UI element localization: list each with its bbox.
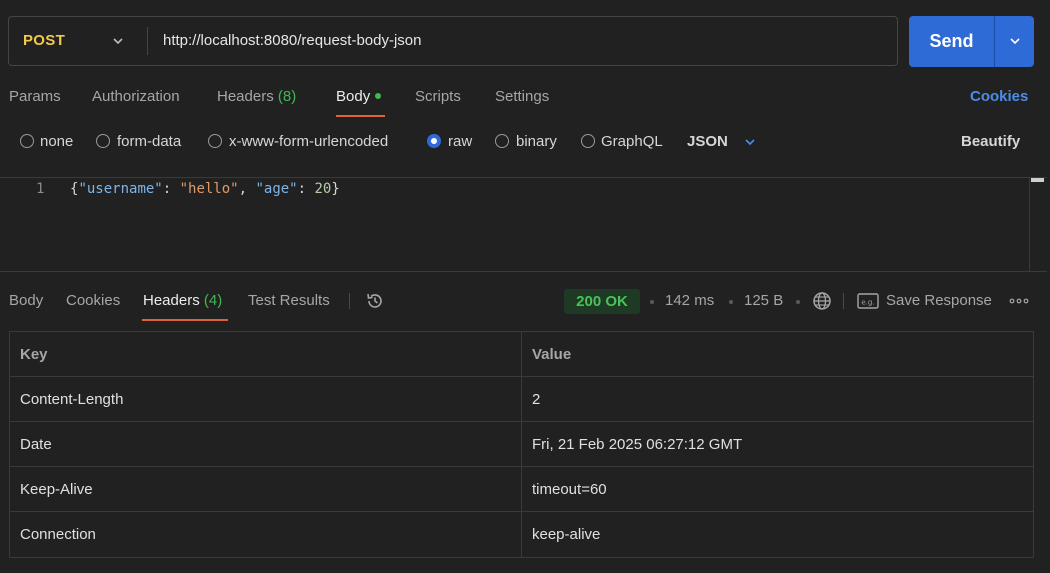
table-row: Date Fri, 21 Feb 2025 06:27:12 GMT bbox=[10, 422, 1033, 467]
send-button[interactable]: Send bbox=[909, 16, 994, 67]
response-tab-test-results[interactable]: Test Results bbox=[248, 290, 330, 314]
body-format-select[interactable]: JSON bbox=[687, 131, 728, 153]
code-token: "hello" bbox=[179, 181, 239, 197]
table-row: Connection keep-alive bbox=[10, 512, 1033, 557]
tab-settings[interactable]: Settings bbox=[495, 86, 549, 110]
column-header-value: Value bbox=[532, 346, 572, 363]
table-header-row: Key Value bbox=[10, 332, 1033, 377]
radio-label-none[interactable]: none bbox=[40, 131, 73, 153]
chevron-down-icon bbox=[1010, 38, 1020, 45]
header-value[interactable]: Fri, 21 Feb 2025 06:27:12 GMT bbox=[532, 422, 742, 467]
header-key[interactable]: Connection bbox=[20, 512, 96, 557]
meta-separator bbox=[650, 300, 654, 304]
code-token: , bbox=[238, 181, 256, 197]
editor-scrollbar[interactable] bbox=[1029, 177, 1045, 272]
globe-icon[interactable] bbox=[812, 291, 832, 311]
cookies-link[interactable]: Cookies bbox=[970, 86, 1028, 110]
tab-label: Headers bbox=[143, 292, 200, 309]
response-size[interactable]: 125 B bbox=[744, 290, 783, 312]
radio-label-binary[interactable]: binary bbox=[516, 131, 557, 153]
header-value[interactable]: timeout=60 bbox=[532, 467, 607, 512]
tab-authorization[interactable]: Authorization bbox=[92, 86, 180, 110]
radio-label-graphql[interactable]: GraphQL bbox=[601, 131, 663, 153]
response-time[interactable]: 142 ms bbox=[665, 290, 714, 312]
code-token: "username" bbox=[78, 181, 163, 197]
line-number: 1 bbox=[36, 181, 45, 197]
radio-label-raw[interactable]: raw bbox=[448, 131, 472, 153]
scrollbar-thumb[interactable] bbox=[1031, 178, 1044, 182]
code-token: } bbox=[331, 181, 340, 197]
history-icon[interactable] bbox=[365, 291, 385, 311]
tab-params[interactable]: Params bbox=[9, 86, 61, 110]
save-example-icon[interactable]: e.g. bbox=[857, 292, 879, 310]
active-tab-underline bbox=[336, 115, 385, 117]
tab-scripts[interactable]: Scripts bbox=[415, 86, 461, 110]
meta-separator bbox=[796, 300, 800, 304]
radio-label-form-data[interactable]: form-data bbox=[117, 131, 181, 153]
radio-label-urlencoded[interactable]: x-www-form-urlencoded bbox=[229, 131, 388, 153]
radio-form-data[interactable] bbox=[96, 134, 110, 148]
radio-binary[interactable] bbox=[495, 134, 509, 148]
chevron-down-icon[interactable] bbox=[111, 34, 125, 48]
response-tab-body[interactable]: Body bbox=[9, 290, 43, 314]
tab-label: Body bbox=[336, 88, 371, 105]
method-select[interactable]: POST bbox=[23, 17, 65, 65]
radio-graphql[interactable] bbox=[581, 134, 595, 148]
code-token: "age" bbox=[255, 181, 298, 197]
url-input[interactable]: http://localhost:8080/request-body-json bbox=[163, 17, 422, 65]
response-headers-table: Key Value Content-Length 2 Date Fri, 21 … bbox=[9, 331, 1034, 558]
beautify-button[interactable]: Beautify bbox=[961, 131, 1020, 153]
tab-body[interactable]: Body bbox=[336, 86, 382, 110]
tab-label: Headers bbox=[217, 88, 274, 105]
headers-count: (8) bbox=[277, 88, 297, 105]
active-tab-underline bbox=[142, 319, 228, 321]
radio-urlencoded[interactable] bbox=[208, 134, 222, 148]
code-token: : bbox=[297, 181, 315, 197]
meta-separator bbox=[729, 300, 733, 304]
table-row: Content-Length 2 bbox=[10, 377, 1033, 422]
table-row: Keep-Alive timeout=60 bbox=[10, 467, 1033, 512]
divider bbox=[349, 293, 350, 309]
header-key[interactable]: Date bbox=[20, 422, 52, 467]
modified-dot-icon bbox=[375, 93, 382, 100]
save-response-button[interactable]: Save Response bbox=[886, 290, 992, 312]
tab-headers[interactable]: Headers (8) bbox=[217, 86, 296, 110]
more-horizontal-icon[interactable] bbox=[1009, 296, 1029, 306]
code-line[interactable]: {"username": "hello", "age": 20} bbox=[70, 180, 340, 198]
column-header-key: Key bbox=[20, 346, 48, 363]
url-bar: POST http://localhost:8080/request-body-… bbox=[8, 16, 898, 66]
headers-count: (4) bbox=[203, 292, 223, 309]
response-tab-headers[interactable]: Headers (4) bbox=[143, 290, 222, 314]
code-token: : bbox=[162, 181, 180, 197]
response-tab-cookies[interactable]: Cookies bbox=[66, 290, 120, 314]
divider bbox=[843, 293, 844, 309]
radio-raw[interactable] bbox=[427, 134, 441, 148]
code-token: 20 bbox=[314, 181, 332, 197]
svg-text:e.g.: e.g. bbox=[861, 299, 874, 307]
chevron-down-icon[interactable] bbox=[743, 135, 757, 149]
header-key[interactable]: Keep-Alive bbox=[20, 467, 93, 512]
header-value[interactable]: 2 bbox=[532, 377, 540, 422]
radio-none[interactable] bbox=[20, 134, 34, 148]
header-value[interactable]: keep-alive bbox=[532, 512, 600, 557]
header-key[interactable]: Content-Length bbox=[20, 377, 123, 422]
send-dropdown-button[interactable] bbox=[994, 16, 1034, 67]
status-badge[interactable]: 200 OK bbox=[564, 289, 640, 314]
url-divider bbox=[147, 27, 148, 55]
